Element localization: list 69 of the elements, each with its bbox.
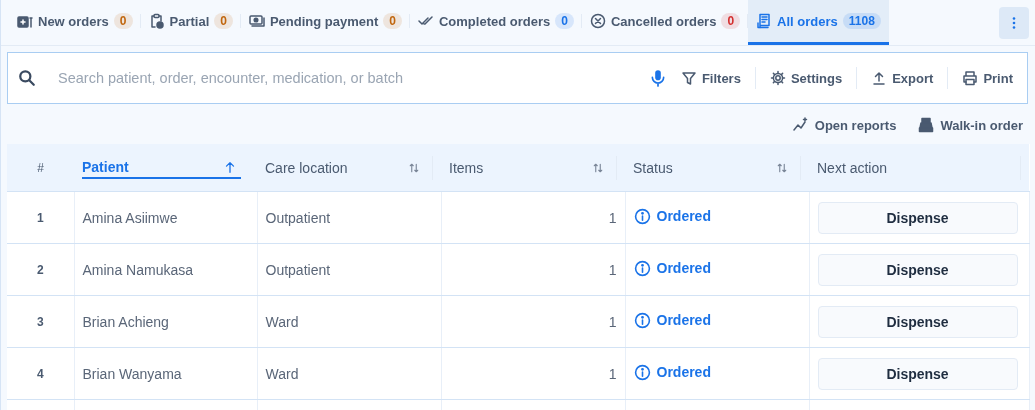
count-badge: 0 xyxy=(214,13,233,29)
action-link[interactable]: Walk-in order xyxy=(918,114,1023,136)
trend-chart-icon xyxy=(792,117,809,133)
column-header[interactable]: Status xyxy=(633,159,673,176)
status-label: Ordered xyxy=(656,364,711,380)
search-icon xyxy=(18,69,36,87)
medical-box-icon xyxy=(17,13,33,29)
more-button[interactable] xyxy=(999,6,1029,39)
row-number: 4 xyxy=(36,366,44,381)
dispense-button[interactable]: Dispense xyxy=(817,253,1018,286)
tab[interactable]: New orders 0 xyxy=(9,0,141,45)
toolbar-button[interactable]: Settings xyxy=(765,70,847,86)
column-header[interactable]: Patient xyxy=(82,158,129,175)
info-icon xyxy=(633,259,651,277)
banknote-icon xyxy=(248,13,265,29)
row-number: 1 xyxy=(36,210,44,225)
sort-icon xyxy=(776,161,788,174)
dispense-button[interactable]: Dispense xyxy=(817,357,1018,390)
count-badge: 1108 xyxy=(842,13,881,29)
count-badge: 0 xyxy=(555,13,574,29)
search-field[interactable]: Search patient, order, encounter, medication, or batch Filters Settings Export Print xyxy=(7,52,1028,104)
toolbar-button[interactable]: Filters xyxy=(676,70,745,86)
circle-x-icon xyxy=(589,13,606,29)
sort-ascending-icon xyxy=(223,159,237,174)
column-header[interactable]: Care location xyxy=(265,159,348,176)
toolbar-button[interactable]: Export xyxy=(867,70,938,86)
count-badge: 0 xyxy=(113,13,133,29)
info-icon xyxy=(633,207,651,225)
patient-name: Brian Achieng xyxy=(82,313,169,330)
tab[interactable]: All orders 1108 xyxy=(748,0,889,45)
row-number: 3 xyxy=(36,314,44,329)
care-location: Ward xyxy=(265,313,299,330)
column-header: Next action xyxy=(817,159,888,176)
patient-name: Amina Namukasa xyxy=(82,261,193,278)
sort-icon xyxy=(592,161,604,174)
tab[interactable]: Pending payment 0 xyxy=(240,0,410,45)
toolbar-button[interactable]: Print xyxy=(958,70,1017,86)
upload-icon xyxy=(871,70,888,86)
info-icon xyxy=(633,311,651,329)
column-header: # xyxy=(37,160,44,175)
patient-name: Brian Wanyama xyxy=(82,365,182,382)
item-count: 1 xyxy=(608,365,617,382)
patient-name: Amina Asiimwe xyxy=(82,209,178,226)
sort-icon xyxy=(408,161,420,174)
info-icon xyxy=(633,363,651,381)
action-link[interactable]: Open reports xyxy=(792,114,897,136)
care-location: Outpatient xyxy=(265,209,331,226)
dispense-button[interactable]: Dispense xyxy=(817,305,1018,338)
tab[interactable]: Partial 0 xyxy=(140,0,241,45)
dispense-button[interactable]: Dispense xyxy=(817,201,1018,234)
row-number: 2 xyxy=(36,262,44,277)
item-count: 1 xyxy=(608,261,617,278)
status-label: Ordered xyxy=(656,208,711,224)
receipt-icon xyxy=(756,13,773,29)
tab[interactable]: Completed orders 0 xyxy=(410,0,582,45)
care-location: Ward xyxy=(265,365,299,382)
column-header[interactable]: Items xyxy=(449,159,484,176)
status-label: Ordered xyxy=(656,260,711,276)
tab[interactable]: Cancelled orders 0 xyxy=(581,0,749,45)
status-label: Ordered xyxy=(656,312,711,328)
clipboard-clock-icon xyxy=(148,13,165,29)
settings-icon xyxy=(769,70,786,86)
care-location: Outpatient xyxy=(265,261,331,278)
count-badge: 0 xyxy=(721,13,741,29)
printer-icon xyxy=(962,70,979,86)
count-badge: 0 xyxy=(383,13,402,29)
filter-icon xyxy=(680,70,697,86)
item-count: 1 xyxy=(608,313,617,330)
item-count: 1 xyxy=(608,209,617,226)
